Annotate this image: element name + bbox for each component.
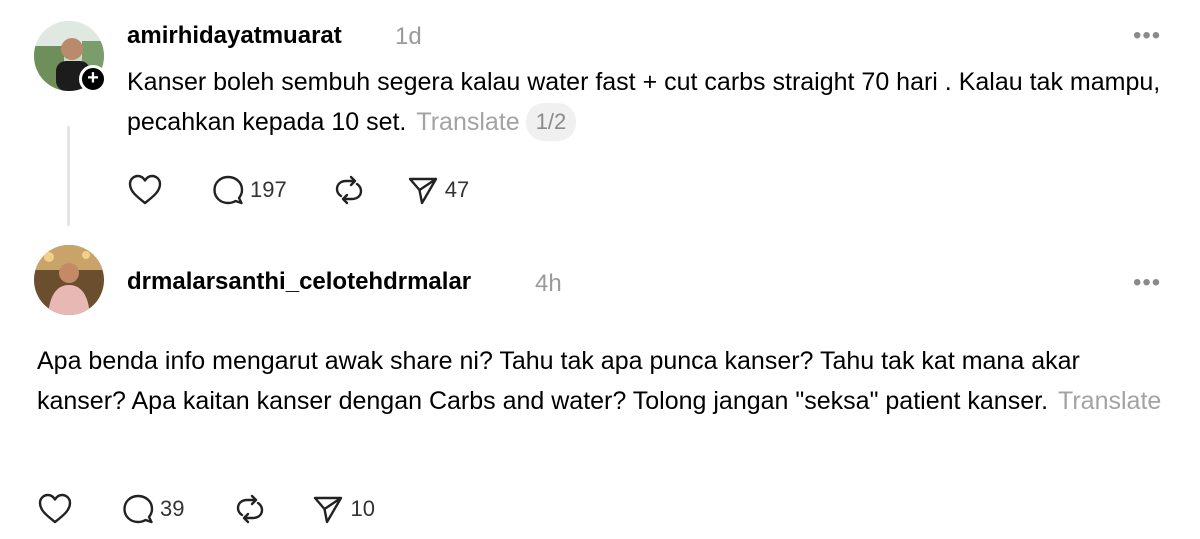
post-actions: 197 47 (128, 172, 509, 208)
reply-count: 39 (160, 496, 185, 521)
share-button[interactable]: 10 (312, 493, 375, 525)
heart-icon (128, 174, 162, 206)
share-count: 47 (444, 177, 470, 202)
post-text-block: Apa benda info mengarut awak share ni? T… (37, 341, 1162, 421)
translate-link[interactable]: Translate (416, 108, 519, 136)
post-timestamp: 1d (395, 23, 422, 50)
thread-connector-line (67, 126, 70, 226)
send-icon (407, 174, 439, 206)
more-options-button[interactable]: ••• (1133, 271, 1161, 295)
send-icon (312, 493, 344, 525)
reply-button[interactable]: 39 (122, 493, 184, 525)
follow-button[interactable]: + (79, 65, 107, 93)
share-button[interactable]: 47 (407, 174, 469, 206)
username[interactable]: amirhidayatmuarat (127, 22, 342, 50)
comment-icon (122, 493, 154, 525)
avatar[interactable] (34, 245, 104, 315)
like-button[interactable] (128, 174, 162, 206)
heart-icon (38, 493, 72, 525)
post-actions: 39 10 (38, 491, 415, 527)
repost-icon (333, 174, 365, 206)
page-indicator: 1/2 (525, 103, 577, 141)
post-timestamp: 4h (535, 270, 562, 297)
comment-icon (212, 174, 244, 206)
post-text: Apa benda info mengarut awak share ni? T… (37, 347, 1080, 415)
like-button[interactable] (38, 493, 72, 525)
reply-button[interactable]: 197 (212, 174, 287, 206)
repost-button[interactable] (234, 493, 266, 525)
post-text-block: Kanser boleh sembuh segera kalau water f… (127, 62, 1167, 142)
more-options-button[interactable]: ••• (1133, 24, 1161, 48)
post-text: Kanser boleh sembuh segera kalau water f… (127, 68, 1161, 136)
repost-button[interactable] (333, 174, 365, 206)
reply-count: 197 (250, 177, 287, 202)
repost-icon (234, 493, 266, 525)
translate-link[interactable]: Translate (1058, 387, 1161, 415)
username[interactable]: drmalarsanthi_celotehdrmalar (127, 268, 471, 296)
share-count: 10 (350, 496, 375, 521)
